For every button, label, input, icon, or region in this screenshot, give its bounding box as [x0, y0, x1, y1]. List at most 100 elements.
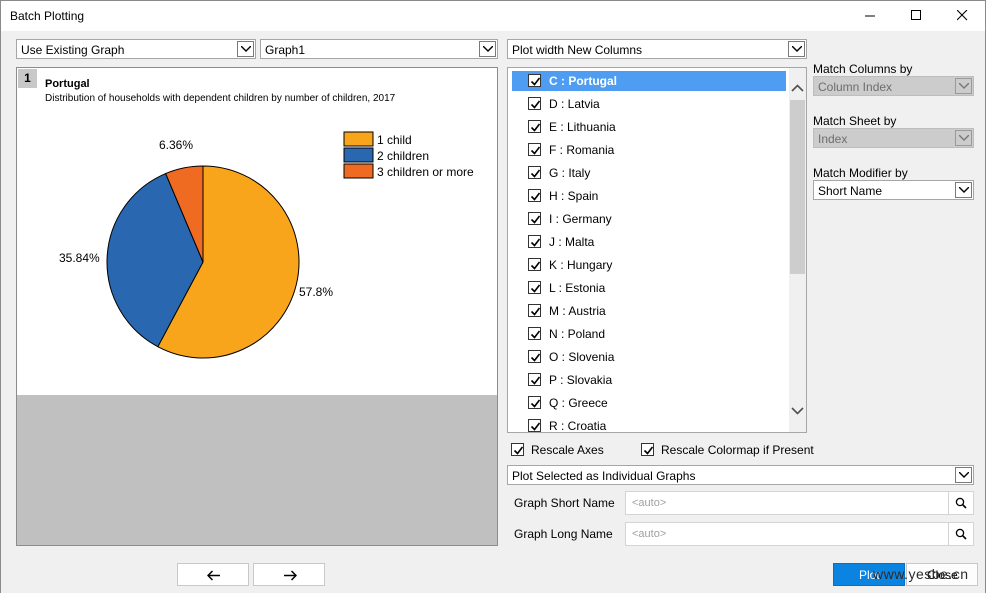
column-label: Q : Greece — [549, 396, 608, 410]
column-label: P : Slovakia — [549, 373, 613, 387]
check-icon — [643, 446, 654, 455]
arrow-right-icon — [284, 570, 297, 581]
match-modifier-label: Match Modifier by — [813, 166, 908, 180]
list-item[interactable]: D : Latvia — [512, 94, 786, 114]
legend-swatch — [343, 131, 374, 147]
chevron-down-icon — [955, 130, 972, 146]
plot-with-value: Plot width New Columns — [512, 43, 643, 57]
column-checkbox[interactable] — [528, 212, 541, 225]
watermark: www.yesbe.cn — [873, 566, 969, 582]
check-icon — [530, 192, 541, 201]
check-icon — [530, 238, 541, 247]
column-checkbox[interactable] — [528, 350, 541, 363]
match-columns-select: Column Index — [813, 76, 974, 96]
legend-label: 2 children — [377, 149, 429, 163]
column-label: J : Malta — [549, 235, 595, 249]
list-item[interactable]: E : Lithuania — [512, 117, 786, 137]
batch-plotting-window: Batch Plotting Use Existing Graph Graph1… — [0, 0, 986, 593]
scroll-thumb[interactable] — [790, 100, 805, 274]
match-columns-label: Match Columns by — [813, 62, 913, 76]
check-icon — [530, 307, 541, 316]
scroll-down-button[interactable] — [789, 402, 806, 419]
list-item[interactable]: N : Poland — [512, 324, 786, 344]
list-item[interactable]: K : Hungary — [512, 255, 786, 275]
column-checkbox[interactable] — [528, 166, 541, 179]
column-checkbox[interactable] — [528, 120, 541, 133]
search-icon — [955, 497, 967, 509]
column-label: K : Hungary — [549, 258, 613, 272]
list-item[interactable]: Q : Greece — [512, 393, 786, 413]
column-checkbox[interactable] — [528, 373, 541, 386]
column-checkbox[interactable] — [528, 327, 541, 340]
close-icon — [957, 10, 968, 21]
match-sheet-label: Match Sheet by — [813, 114, 897, 128]
column-checkbox[interactable] — [528, 419, 541, 432]
legend-swatch — [343, 147, 374, 163]
next-button[interactable] — [253, 563, 325, 586]
list-item[interactable]: F : Romania — [512, 140, 786, 160]
column-label: I : Germany — [549, 212, 612, 226]
rescale-colormap-label: Rescale Colormap if Present — [661, 443, 814, 457]
check-icon — [530, 215, 541, 224]
graph-mode-value: Use Existing Graph — [21, 43, 125, 57]
column-checkbox[interactable] — [528, 189, 541, 202]
graph-long-name-field[interactable]: <auto> — [625, 522, 974, 546]
plot-with-select[interactable]: Plot width New Columns — [507, 39, 807, 59]
chevron-down-icon — [479, 41, 496, 57]
graph-short-name-field[interactable]: <auto> — [625, 491, 974, 515]
checkbox-box[interactable] — [641, 443, 654, 456]
maximize-button[interactable] — [893, 1, 939, 31]
check-icon — [530, 77, 541, 86]
legend-label: 3 children or more — [377, 165, 474, 179]
search-icon — [955, 528, 967, 540]
column-checkbox[interactable] — [528, 97, 541, 110]
match-modifier-select[interactable]: Short Name — [813, 180, 974, 200]
list-item[interactable]: I : Germany — [512, 209, 786, 229]
previous-button[interactable] — [177, 563, 249, 586]
plot-selected-value: Plot Selected as Individual Graphs — [512, 469, 696, 483]
graph-name-select[interactable]: Graph1 — [260, 39, 498, 59]
check-icon — [530, 422, 541, 431]
column-label: M : Austria — [549, 304, 606, 318]
check-icon — [513, 446, 524, 455]
graph-mode-select[interactable]: Use Existing Graph — [16, 39, 256, 59]
list-item[interactable]: R : Croatia — [512, 416, 786, 432]
scroll-up-button[interactable] — [789, 80, 806, 97]
check-icon — [530, 284, 541, 293]
column-checkbox[interactable] — [528, 235, 541, 248]
list-item[interactable]: H : Spain — [512, 186, 786, 206]
list-scrollbar[interactable] — [789, 68, 806, 432]
list-item[interactable]: G : Italy — [512, 163, 786, 183]
column-checkbox[interactable] — [528, 258, 541, 271]
slice-label: 57.8% — [299, 285, 333, 299]
column-checkbox[interactable] — [528, 74, 541, 87]
arrow-left-icon — [207, 570, 220, 581]
pie-chart: 57.8% 35.84% 6.36% 1 child 2 children 3 child… — [59, 131, 474, 359]
minimize-button[interactable] — [847, 1, 893, 31]
list-item[interactable]: M : Austria — [512, 301, 786, 321]
chevron-down-icon — [955, 467, 972, 483]
plot-selected-select[interactable]: Plot Selected as Individual Graphs — [507, 465, 974, 485]
long-name-search-button[interactable] — [948, 523, 973, 545]
check-icon — [530, 169, 541, 178]
list-item[interactable]: J : Malta — [512, 232, 786, 252]
column-label: O : Slovenia — [549, 350, 615, 364]
column-checkbox[interactable] — [528, 304, 541, 317]
checkbox-box[interactable] — [511, 443, 524, 456]
column-checkbox[interactable] — [528, 281, 541, 294]
list-item[interactable]: O : Slovenia — [512, 347, 786, 367]
graph-page: 1 Portugal Distribution of households wi… — [17, 68, 497, 395]
column-checkbox[interactable] — [528, 396, 541, 409]
list-item[interactable]: L : Estonia — [512, 278, 786, 298]
column-checkbox[interactable] — [528, 143, 541, 156]
list-item[interactable]: C : Portugal — [512, 71, 786, 91]
column-list[interactable]: C : Portugal D : Latvia E : Lithuania F : R… — [507, 67, 807, 433]
column-label: L : Estonia — [549, 281, 606, 295]
match-sheet-value: Index — [818, 132, 848, 146]
column-label: D : Latvia — [549, 97, 600, 111]
chevron-down-icon — [237, 41, 254, 57]
short-name-search-button[interactable] — [948, 492, 973, 514]
close-window-button[interactable] — [939, 1, 985, 31]
chevron-up-icon — [791, 84, 804, 92]
list-item[interactable]: P : Slovakia — [512, 370, 786, 390]
